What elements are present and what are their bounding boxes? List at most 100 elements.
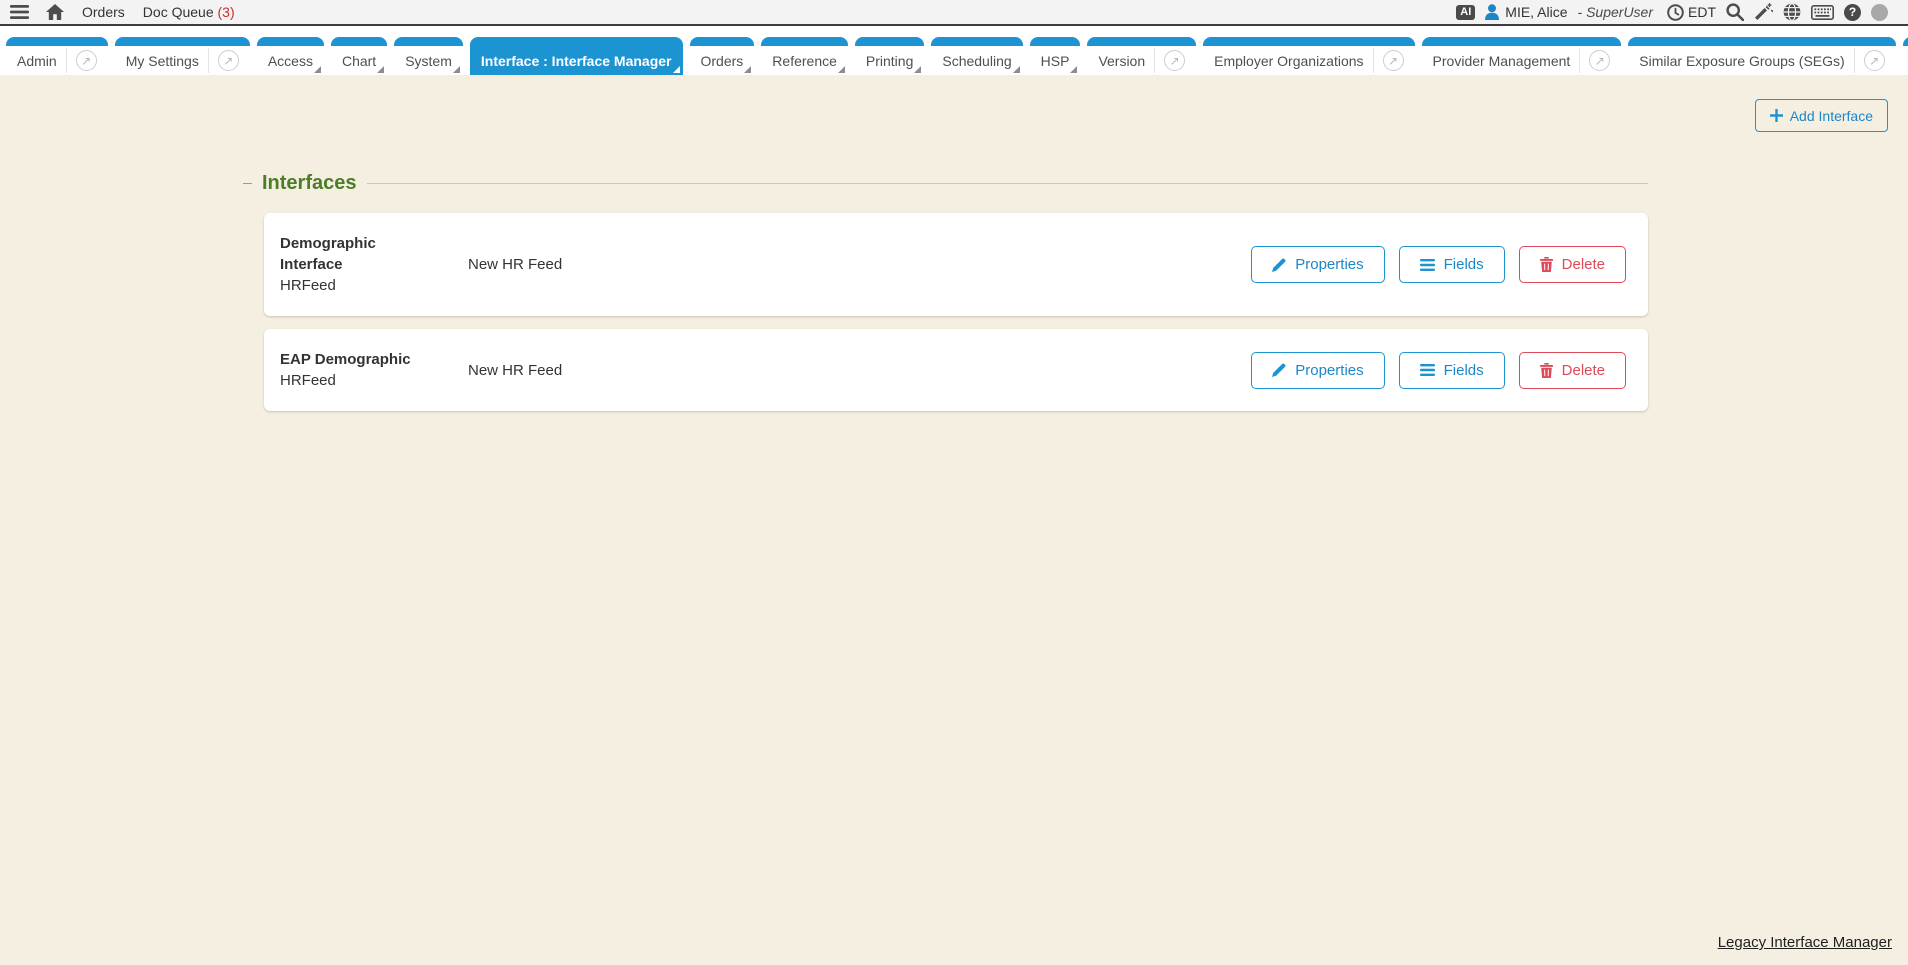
properties-button[interactable]: Properties (1251, 246, 1384, 283)
ai-badge[interactable]: AI (1456, 5, 1475, 20)
timezone-label: EDT (1688, 4, 1716, 20)
tab-label: Similar Exposure Groups (SEGs) (1639, 53, 1844, 69)
globe-icon[interactable] (1783, 3, 1801, 21)
legend-left-rule (243, 183, 252, 184)
section-title: Interfaces (262, 172, 357, 195)
dropdown-indicator-icon (673, 66, 680, 73)
tab-label: Chart (342, 53, 376, 69)
properties-button[interactable]: Properties (1251, 352, 1384, 389)
search-icon[interactable] (1726, 3, 1744, 21)
tab-bar: Admin ↗ My Settings ↗ Access Chart Syste… (0, 26, 1908, 75)
tab-separator (208, 48, 209, 73)
fields-button[interactable]: Fields (1399, 352, 1505, 389)
timezone-selector[interactable]: EDT (1667, 4, 1716, 21)
tab-label: Interface : Interface Manager (481, 53, 672, 69)
list-icon (1420, 364, 1435, 376)
interfaces-legend: Interfaces (243, 172, 1648, 195)
tab-admin[interactable]: Admin ↗ (6, 37, 108, 75)
tab-scheduling[interactable]: Scheduling (931, 37, 1022, 75)
top-bar: Orders Doc Queue (3) AI MIE, Alice - Sup… (0, 0, 1908, 26)
dropdown-indicator-icon (838, 66, 845, 73)
dropdown-indicator-icon (1070, 66, 1077, 73)
doc-queue-count: (3) (218, 4, 235, 20)
tab-my-settings[interactable]: My Settings ↗ (115, 37, 250, 75)
help-icon[interactable]: ? (1844, 4, 1861, 21)
tab-provider-management[interactable]: Provider Management ↗ (1422, 37, 1622, 75)
presence-icon[interactable] (1871, 4, 1888, 21)
legacy-interface-manager-link[interactable]: Legacy Interface Manager (1718, 934, 1892, 951)
row-actions: Properties Fields Delete (1251, 246, 1626, 283)
orders-link[interactable]: Orders (82, 4, 125, 20)
popout-icon[interactable]: ↗ (1864, 50, 1885, 71)
user-icon (1485, 4, 1499, 20)
tab-reference[interactable]: Reference (761, 37, 848, 75)
dropdown-indicator-icon (744, 66, 751, 73)
tab-hsp[interactable]: HSP (1030, 37, 1081, 75)
delete-label: Delete (1562, 362, 1605, 379)
tab-label: Provider Management (1433, 53, 1571, 69)
doc-queue-link[interactable]: Doc Queue (3) (143, 4, 235, 20)
popout-icon[interactable]: ↗ (76, 50, 97, 71)
tab-version[interactable]: Version ↗ (1087, 37, 1196, 75)
tab-label: Employer Organizations (1214, 53, 1363, 69)
tab-work-locations[interactable]: Work Locat (1903, 37, 1908, 75)
clock-icon (1667, 4, 1684, 21)
add-interface-row: Add Interface (0, 99, 1908, 132)
tab-similar-exposure-groups[interactable]: Similar Exposure Groups (SEGs) ↗ (1628, 37, 1895, 75)
topbar-right-cluster: AI MIE, Alice - SuperUser EDT ? (1456, 3, 1888, 21)
interface-row: EAP Demographic HRFeed New HR Feed Prope… (264, 329, 1648, 411)
tab-label: Orders (701, 53, 744, 69)
tab-orders[interactable]: Orders (690, 37, 755, 75)
popout-icon[interactable]: ↗ (218, 50, 239, 71)
tab-label: Admin (17, 53, 57, 69)
user-menu[interactable]: MIE, Alice - SuperUser (1485, 4, 1653, 20)
trash-icon (1540, 257, 1553, 272)
fields-label: Fields (1444, 362, 1484, 379)
tab-separator (66, 48, 67, 73)
interface-description: New HR Feed (468, 256, 1251, 273)
tab-label: Version (1098, 53, 1145, 69)
interfaces-panel: Interfaces Demographic Interface HRFeed … (243, 172, 1648, 411)
legend-right-rule (367, 183, 1649, 184)
list-icon (1420, 259, 1435, 271)
properties-label: Properties (1295, 256, 1363, 273)
pencil-icon (1272, 258, 1286, 272)
tab-label: My Settings (126, 53, 199, 69)
interface-name-block: EAP Demographic HRFeed (280, 349, 432, 391)
row-actions: Properties Fields Delete (1251, 352, 1626, 389)
delete-button[interactable]: Delete (1519, 352, 1626, 389)
add-interface-button[interactable]: Add Interface (1755, 99, 1888, 132)
dropdown-indicator-icon (1013, 66, 1020, 73)
dropdown-indicator-icon (914, 66, 921, 73)
interface-name-block: Demographic Interface HRFeed (280, 233, 432, 296)
home-icon[interactable] (46, 4, 64, 20)
popout-icon[interactable]: ↗ (1383, 50, 1404, 71)
interface-name: Demographic Interface (280, 233, 432, 275)
tab-access[interactable]: Access (257, 37, 324, 75)
plus-icon (1770, 109, 1783, 122)
hamburger-menu-icon[interactable] (10, 5, 29, 19)
tab-employer-organizations[interactable]: Employer Organizations ↗ (1203, 37, 1414, 75)
tab-printing[interactable]: Printing (855, 37, 924, 75)
add-interface-label: Add Interface (1790, 108, 1873, 124)
wand-icon[interactable] (1754, 3, 1773, 21)
trash-icon (1540, 363, 1553, 378)
tab-separator (1854, 48, 1855, 73)
tab-interface-interface-manager[interactable]: Interface : Interface Manager (470, 37, 683, 75)
popout-icon[interactable]: ↗ (1164, 50, 1185, 71)
popout-icon[interactable]: ↗ (1589, 50, 1610, 71)
tab-chart[interactable]: Chart (331, 37, 387, 75)
delete-label: Delete (1562, 256, 1605, 273)
tab-separator (1373, 48, 1374, 73)
doc-queue-label: Doc Queue (143, 4, 214, 20)
properties-label: Properties (1295, 362, 1363, 379)
tab-label: Access (268, 53, 313, 69)
pencil-icon (1272, 363, 1286, 377)
tab-system[interactable]: System (394, 37, 463, 75)
keyboard-icon[interactable] (1811, 5, 1834, 20)
interface-name: EAP Demographic (280, 349, 432, 370)
user-role: - SuperUser (1578, 4, 1653, 20)
dropdown-indicator-icon (453, 66, 460, 73)
delete-button[interactable]: Delete (1519, 246, 1626, 283)
fields-button[interactable]: Fields (1399, 246, 1505, 283)
